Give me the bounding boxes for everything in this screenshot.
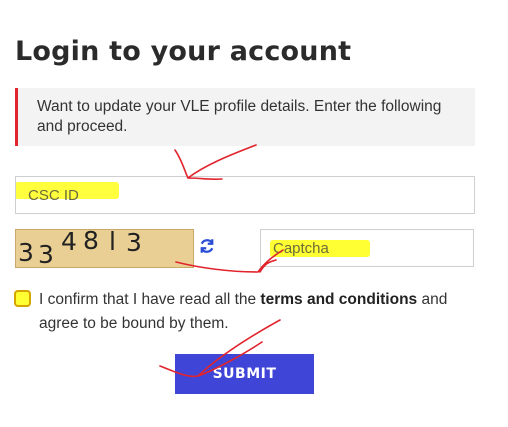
confirm-text: I confirm that I have read all the terms… [39, 288, 484, 336]
page-title: Login to your account [15, 36, 352, 67]
notice-text: Want to update your VLE profile details.… [37, 98, 442, 135]
captcha-image: 3 3 4 8 l 3 [15, 226, 194, 269]
captcha-char: l [109, 227, 116, 256]
captcha-char: 3 [38, 240, 54, 269]
captcha-char: 4 [61, 227, 77, 256]
confirm-text-before: I confirm that I have read all the [39, 291, 261, 308]
terms-checkbox[interactable] [14, 290, 31, 307]
notice-box: Want to update your VLE profile details.… [15, 88, 475, 146]
captcha-input[interactable] [260, 229, 474, 267]
submit-button[interactable]: SUBMIT [175, 354, 314, 394]
csc-id-input[interactable] [15, 176, 475, 214]
terms-link[interactable]: terms and conditions [260, 291, 417, 308]
annotation-stroke [174, 144, 257, 181]
captcha-char: 3 [126, 228, 142, 257]
captcha-char: 8 [83, 226, 99, 255]
captcha-char: 3 [18, 238, 34, 267]
refresh-icon[interactable] [198, 237, 216, 255]
